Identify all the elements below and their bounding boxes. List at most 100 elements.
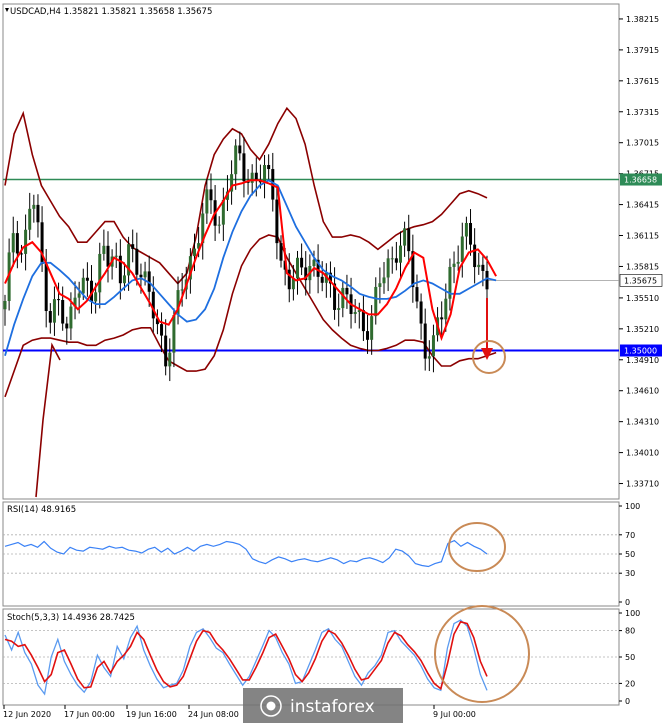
stoch-tick-label: 50 [625,653,635,662]
candle-body [94,292,98,302]
candle-body [398,245,402,263]
candle-body [135,248,139,275]
candle-body [234,145,238,175]
price-tick-label: 1.34010 [626,449,659,458]
candle-body [382,277,386,284]
price-tick-label: 1.35815 [626,262,659,271]
candle-body [337,308,341,310]
candle-body [378,283,382,287]
candle-body [102,245,106,254]
candle-body [122,275,126,284]
watermark-text: instaforex [290,697,375,717]
price-tick-label: 1.38215 [626,15,659,24]
candle-body [370,316,374,340]
rsi-title: RSI(14) 48.9165 [7,505,76,515]
candle-body [11,233,15,253]
candle-body [485,270,489,290]
price-tick-label: 1.37015 [626,139,659,148]
candle-body [69,306,73,329]
candle-body [32,204,36,209]
candle-body [431,335,435,357]
candle-body [456,261,460,264]
time-tick-label: 12 Jun 2020 [3,710,51,719]
candle-body [205,189,209,214]
candle-body [65,323,69,329]
price-tick-label: 1.37915 [626,46,659,55]
candle-body [407,228,411,252]
candle-body [15,233,19,254]
candle-body [345,287,349,295]
candle-body [452,263,456,267]
price-tick-label: 1.36415 [626,201,659,210]
candle-body [168,352,172,367]
candle-body [160,324,164,336]
candle-body [48,311,52,323]
candle-body [238,145,242,154]
candle-body [464,222,468,237]
price-tick-label: 1.37315 [626,108,659,117]
time-tick-label: 17 Jun 00:00 [64,710,115,719]
candle-body [217,224,221,226]
candle-body [394,258,398,263]
candle-body [275,199,279,244]
instaforex-watermark: instaforex [243,688,403,723]
candle-body [473,244,477,268]
candle-body [287,269,291,290]
candle-body [423,323,427,359]
candle-body [469,222,473,245]
stoch-tick-label: 0 [625,697,630,706]
candle-body [3,301,7,310]
candle-body [386,258,390,278]
candle-body [320,276,324,283]
candle-body [180,289,184,291]
candle-body [24,229,28,254]
rsi-tick-label: 0 [625,598,630,607]
price-tick-label: 1.37615 [626,77,659,86]
rsi-tick-label: 30 [625,569,635,578]
candle-body [312,259,316,267]
rsi-tick-label: 50 [625,550,635,559]
candle-body [151,291,155,319]
candle-body [193,248,197,257]
time-tick-label: 19 Jun 16:00 [126,710,177,719]
candle-body [52,299,56,323]
candle-body [172,315,176,353]
candle-body [481,264,485,271]
candle-body [374,286,378,317]
candle-body [242,153,246,182]
candle-body [440,317,444,320]
candle-body [460,236,464,262]
candle-body [164,335,168,367]
candle-body [444,298,448,320]
trading-chart: 1.382151.379151.376151.373151.370151.367… [0,0,665,723]
candle-body [295,257,299,279]
candle-body [361,310,365,332]
candle-body [477,264,481,268]
candle-body [366,331,370,340]
candle-body [131,244,135,249]
price-tick-label: 1.34610 [626,387,659,396]
candle-body [419,301,423,324]
candle-body [98,253,102,293]
price-tick-label: 1.34910 [626,356,659,365]
candle-body [44,263,48,312]
candle-body [85,277,89,281]
candle-body [403,228,407,246]
price-tick-label: 1.36115 [626,232,659,241]
price-tick-label: 1.33710 [626,480,659,489]
stoch-tick-label: 20 [625,679,635,688]
stoch-tick-label: 100 [625,609,640,618]
candle-body [114,255,118,257]
price-tick-label: 1.34310 [626,418,659,427]
candle-body [341,287,345,309]
stoch-title: Stoch(5,3,3) 14.4936 28.7425 [7,613,135,623]
candle-body [61,299,65,324]
time-tick-label: 9 Jul 00:00 [433,710,476,719]
candle-body [267,165,271,170]
candle-body [353,312,357,314]
candle-body [415,287,419,302]
candle-body [300,257,304,268]
instaforex-logo-core [266,701,276,711]
rsi-tick-label: 70 [625,531,635,540]
candle-body [209,189,213,201]
